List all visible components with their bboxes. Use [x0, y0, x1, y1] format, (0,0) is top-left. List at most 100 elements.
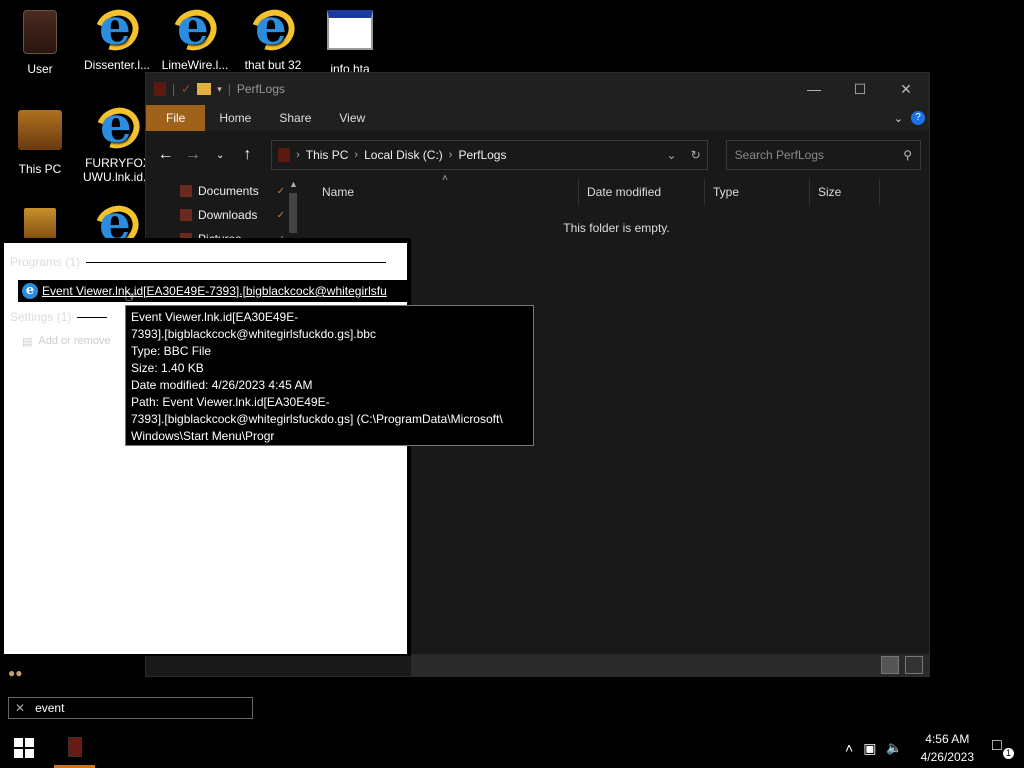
desktop-icon-user[interactable]: User	[0, 8, 80, 76]
group-header-label: Settings (1)	[10, 310, 72, 324]
address-history-dropdown-icon[interactable]: ⌄	[667, 148, 677, 162]
minimize-button[interactable]: —	[791, 73, 837, 105]
tab-file[interactable]: File	[146, 105, 206, 131]
clock[interactable]: 4:56 AM 4/26/2023	[921, 730, 974, 766]
tooltip-line: Path: Event Viewer.lnk.id[EA30E49E-	[131, 395, 330, 409]
desktop-icon-label: User	[27, 62, 53, 76]
nav-item-documents[interactable]: Documents ✓	[146, 179, 301, 203]
breadcrumb-this-pc[interactable]: This PC	[306, 148, 349, 162]
clock-date: 4/26/2023	[920, 750, 974, 764]
start-search-box[interactable]: ✕ event	[8, 697, 253, 719]
clear-search-icon[interactable]: ✕	[15, 701, 25, 715]
divider	[86, 261, 387, 263]
column-header-size[interactable]: Size	[810, 179, 880, 205]
tooltip-line: Type: BBC File	[131, 344, 212, 358]
user-folder-icon	[16, 10, 64, 58]
tab-share[interactable]: Share	[265, 105, 325, 131]
address-bar[interactable]: › This PC › Local Disk (C:) › PerfLogs ⌄…	[271, 140, 708, 170]
show-hidden-icons-icon[interactable]: ˄	[845, 740, 853, 756]
desktop-icon-info-hta[interactable]: info.hta	[310, 6, 390, 76]
large-icons-view-button[interactable]	[905, 656, 923, 674]
column-header-label: Name	[322, 185, 355, 199]
nav-item-downloads[interactable]: Downloads ✓	[146, 203, 301, 227]
settings-group-header[interactable]: Settings (1)	[10, 310, 108, 324]
computer-icon	[16, 110, 64, 158]
desktop-icon-that-but-32[interactable]: e that but 32	[233, 2, 313, 72]
help-icon[interactable]: ?	[911, 111, 925, 125]
internet-explorer-icon: e	[244, 2, 302, 58]
chevron-right-icon[interactable]: ›	[296, 149, 300, 161]
desktop-icon-label: LimeWire.l...	[161, 58, 229, 72]
app-icon	[154, 82, 166, 96]
maximize-button[interactable]: ☐	[837, 73, 883, 105]
internet-explorer-icon: e	[88, 202, 146, 238]
internet-explorer-icon: e	[89, 100, 147, 156]
search-input[interactable]: Search PerfLogs ⚲	[725, 140, 922, 170]
group-header-label: Programs (1)	[10, 255, 81, 269]
column-header-label: Size	[818, 185, 842, 199]
column-header-date-modified[interactable]: Date modified	[579, 179, 705, 205]
action-center-button[interactable]: □ 1	[992, 737, 1014, 759]
navigation-bar: ← → ⌄ ↑ › This PC › Local Disk (C:) › Pe…	[146, 131, 929, 179]
user-account-icon[interactable]: ●●	[8, 666, 23, 680]
tooltip-line: Event Viewer.lnk.id[EA30E49E-	[131, 310, 299, 324]
hand-cursor-icon: ☞	[124, 289, 139, 306]
desktop-icon-limewire[interactable]: e LimeWire.l...	[155, 2, 235, 73]
recent-locations-button[interactable]: ⌄	[209, 143, 232, 167]
internet-explorer-icon: e	[88, 2, 146, 58]
refresh-icon[interactable]: ↻	[691, 148, 701, 162]
breadcrumb-local-disk[interactable]: Local Disk (C:)	[364, 148, 443, 162]
clock-time: 4:56 AM	[925, 732, 970, 746]
volume-muted-icon[interactable]: 🔈	[886, 740, 902, 756]
desktop-icon-box[interactable]	[0, 204, 80, 238]
tab-view[interactable]: View	[325, 105, 379, 131]
properties-icon[interactable]: ✓	[181, 82, 191, 96]
internet-explorer-icon: e	[22, 283, 38, 299]
settings-icon: ▤	[22, 336, 33, 348]
notification-count: 1	[1003, 748, 1014, 759]
breadcrumb-perflogs[interactable]: PerfLogs	[458, 148, 506, 162]
scrollbar-thumb[interactable]	[289, 193, 297, 233]
up-button[interactable]: ↑	[236, 143, 259, 167]
taskbar-file-explorer[interactable]	[54, 728, 95, 768]
search-placeholder: Search PerfLogs	[734, 148, 825, 162]
tooltip-line: Size: 1.40 KB	[131, 361, 204, 375]
new-folder-icon[interactable]	[197, 83, 212, 95]
chevron-right-icon[interactable]: ›	[354, 149, 358, 161]
downloads-folder-icon	[180, 209, 192, 221]
tab-home[interactable]: Home	[205, 105, 265, 131]
separator-icon: |	[172, 82, 176, 96]
scroll-up-icon[interactable]: ▲	[289, 179, 299, 189]
forward-button[interactable]: →	[181, 143, 204, 167]
documents-folder-icon	[180, 185, 192, 197]
column-headers: Name ˄ Date modified Type Size	[304, 173, 929, 205]
chevron-right-icon[interactable]: ›	[449, 149, 453, 161]
title-bar[interactable]: | ✓ ▾ | PerfLogs — ☐ ✕	[146, 73, 929, 105]
details-view-button[interactable]	[881, 656, 899, 674]
search-result-event-viewer[interactable]: e Event Viewer.lnk.id[EA30E49E-7393].[bi…	[18, 280, 407, 302]
nav-item-label: Documents	[198, 184, 259, 198]
back-button[interactable]: ←	[154, 143, 177, 167]
pin-icon: ✓	[276, 185, 285, 197]
windows-logo-icon	[14, 738, 34, 758]
start-button[interactable]	[0, 728, 48, 768]
desktop-icon-this-pc[interactable]: This PC	[0, 106, 80, 176]
tooltip-line: 7393].[bigblackcock@whitegirlsfuckdo.gs]…	[131, 412, 503, 426]
search-result-label: Event Viewer.lnk.id[EA30E49E-7393].[bigb…	[42, 284, 387, 298]
programs-group-header[interactable]: Programs (1)	[10, 255, 387, 269]
desktop-icon-dissenter[interactable]: e Dissenter.l...	[77, 2, 157, 73]
search-result-add-remove[interactable]: ▤ Add or remove	[22, 335, 111, 348]
window-title: PerfLogs	[236, 82, 285, 96]
start-search-results: Programs (1) e Event Viewer.lnk.id[EA30E…	[0, 238, 411, 656]
network-icon[interactable]: ▣	[863, 740, 876, 757]
search-icon: ⚲	[903, 148, 913, 162]
separator-icon: |	[227, 82, 231, 96]
divider	[77, 316, 108, 318]
notification-icon: □	[992, 737, 1002, 754]
close-button[interactable]: ✕	[883, 73, 929, 105]
column-header-type[interactable]: Type	[705, 179, 810, 205]
expand-ribbon-icon[interactable]: ⌄	[894, 112, 903, 125]
empty-folder-message: This folder is empty.	[563, 221, 670, 235]
package-icon	[16, 208, 64, 238]
customize-quick-access-icon[interactable]: ▾	[217, 84, 222, 95]
